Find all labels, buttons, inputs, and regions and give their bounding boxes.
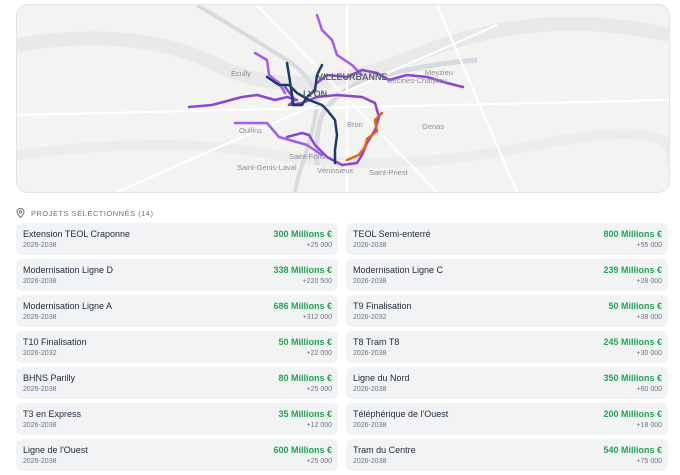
project-card[interactable]: Ligne du Nord 2026-2038 350 Millions € +60 … <box>346 367 668 399</box>
project-ridership-delta: +220 500 <box>302 278 332 285</box>
project-ridership-delta: +25 000 <box>306 458 333 465</box>
project-years: 2026-2038 <box>353 422 387 429</box>
projects-section-header: PROJETS SÉLECTIONNÉS (14) <box>16 206 154 220</box>
project-cost: 50 Millions € <box>608 301 662 311</box>
project-years: 2026-2038 <box>23 242 57 249</box>
city-label-saint-genis: Saint-Genis-Laval <box>237 163 297 172</box>
project-years: 2026-2038 <box>23 422 57 429</box>
project-card[interactable]: T10 Finalisation 2026-2032 50 Millions € +2… <box>16 331 338 363</box>
project-card[interactable]: Tram du Centre 2026-2038 540 Millions € +75… <box>346 439 668 471</box>
project-cost: 300 Millions € <box>273 229 332 239</box>
project-cost: 338 Millions € <box>273 265 332 275</box>
project-card[interactable]: Extension TEOL Craponne 2026-2038 300 Mill… <box>16 223 338 255</box>
project-years: 2026-2038 <box>23 314 57 321</box>
project-name: Téléphérique de l'Ouest <box>353 409 449 419</box>
project-years: 2026-2038 <box>353 458 387 465</box>
project-ridership-delta: +75 000 <box>636 458 663 465</box>
project-name: T3 en Express <box>23 409 82 419</box>
project-name: T9 Finalisation <box>353 301 412 311</box>
project-cost: 600 Millions € <box>273 445 332 455</box>
line-purple-west-long[interactable] <box>187 93 299 109</box>
project-ridership-delta: +55 000 <box>636 242 663 249</box>
project-card[interactable]: BHNS Parilly 2026-2038 80 Millions € +25 00… <box>16 367 338 399</box>
project-card[interactable]: TEOL Semi-enterré 2026-2038 800 Millions €… <box>346 223 668 255</box>
project-ridership-delta: +30 000 <box>636 350 663 357</box>
city-label-villeurbanne: VILLEURBANNE <box>317 72 388 82</box>
project-name: Ligne du Nord <box>353 373 410 383</box>
project-cost: 686 Millions € <box>273 301 332 311</box>
project-ridership-delta: +25 000 <box>306 386 333 393</box>
project-years: 2026-2038 <box>23 386 57 393</box>
project-card[interactable]: Modernisation Ligne A 2026-2038 686 Millio… <box>16 295 338 327</box>
project-ridership-delta: +22 000 <box>306 350 333 357</box>
project-years: 2026-2032 <box>23 350 57 357</box>
project-name: Modernisation Ligne C <box>353 265 444 275</box>
project-ridership-delta: +25 000 <box>306 242 333 249</box>
city-label-ecully: Écully <box>231 69 251 78</box>
project-years: 2026-2038 <box>353 278 387 285</box>
project-name: BHNS Parilly <box>23 373 76 383</box>
city-label-bron: Bron <box>347 120 363 129</box>
project-name: Modernisation Ligne D <box>23 265 114 275</box>
city-label-genas: Genas <box>422 122 444 131</box>
city-label-decines: Décines-Charpieu <box>387 76 447 85</box>
project-name: Modernisation Ligne A <box>23 301 113 311</box>
map-canvas: VILLEURBANNE LYON Écully Décines-Charpie… <box>17 5 669 192</box>
project-card[interactable]: Ligne de l'Ouest 2026-2038 600 Millions € +… <box>16 439 338 471</box>
project-card[interactable]: T3 en Express 2026-2038 35 Millions € +12 0… <box>16 403 338 435</box>
project-years: 2026-2032 <box>353 314 387 321</box>
projects-grid: Extension TEOL Craponne 2026-2038 300 Mill… <box>16 223 668 471</box>
project-card[interactable]: T8 Tram T8 2026-2038 245 Millions € +30 000 <box>346 331 668 363</box>
project-cost: 540 Millions € <box>603 445 662 455</box>
project-ridership-delta: +12 000 <box>306 422 333 429</box>
project-years: 2026-2038 <box>353 350 387 357</box>
project-ridership-delta: +312 000 <box>302 314 332 321</box>
transit-map[interactable]: VILLEURBANNE LYON Écully Décines-Charpie… <box>16 4 670 193</box>
project-cost: 245 Millions € <box>603 337 662 347</box>
project-cost: 350 Millions € <box>603 373 662 383</box>
project-name: Tram du Centre <box>353 445 416 455</box>
city-label-oullins: Oullins <box>239 126 262 135</box>
project-years: 2026-2038 <box>353 386 387 393</box>
projects-section-title: PROJETS SÉLECTIONNÉS (14) <box>31 208 154 218</box>
project-cost: 239 Millions € <box>603 265 662 275</box>
project-card[interactable]: Téléphérique de l'Ouest 2026-2038 200 Mill… <box>346 403 668 435</box>
project-cost: 50 Millions € <box>278 337 332 347</box>
city-label-meyzieu: Meyzieu <box>425 68 453 77</box>
project-ridership-delta: +38 000 <box>636 314 663 321</box>
project-card[interactable]: T9 Finalisation 2026-2032 50 Millions € +38… <box>346 295 668 327</box>
project-name: T10 Finalisation <box>23 337 87 347</box>
project-cost: 80 Millions € <box>278 373 332 383</box>
project-ridership-delta: +28 000 <box>636 278 663 285</box>
city-label-saint-fons: Saint-Fons <box>289 152 326 161</box>
city-label-venissieux: Vénissieux <box>317 166 354 175</box>
project-card[interactable]: Modernisation Ligne C 2026-2038 239 Millio… <box>346 259 668 291</box>
project-years: 2026-2038 <box>353 242 387 249</box>
project-name: T8 Tram T8 <box>353 337 400 347</box>
map-pin-icon <box>16 207 25 219</box>
project-years: 2026-2038 <box>23 278 57 285</box>
project-cost: 35 Millions € <box>278 409 332 419</box>
project-ridership-delta: +18 000 <box>636 422 663 429</box>
city-label-saint-priest: Saint-Priest <box>369 168 409 177</box>
city-label-lyon: LYON <box>303 89 327 99</box>
project-ridership-delta: +60 000 <box>636 386 663 393</box>
project-name: Extension TEOL Craponne <box>23 229 131 239</box>
project-name: Ligne de l'Ouest <box>23 445 88 455</box>
project-years: 2026-2038 <box>23 458 57 465</box>
terrain-band <box>17 128 669 168</box>
line-light-purple-north[interactable] <box>315 13 364 77</box>
project-cost: 800 Millions € <box>603 229 662 239</box>
project-cost: 200 Millions € <box>603 409 662 419</box>
project-name: TEOL Semi-enterré <box>353 229 431 239</box>
project-card[interactable]: Modernisation Ligne D 2026-2038 338 Millio… <box>16 259 338 291</box>
